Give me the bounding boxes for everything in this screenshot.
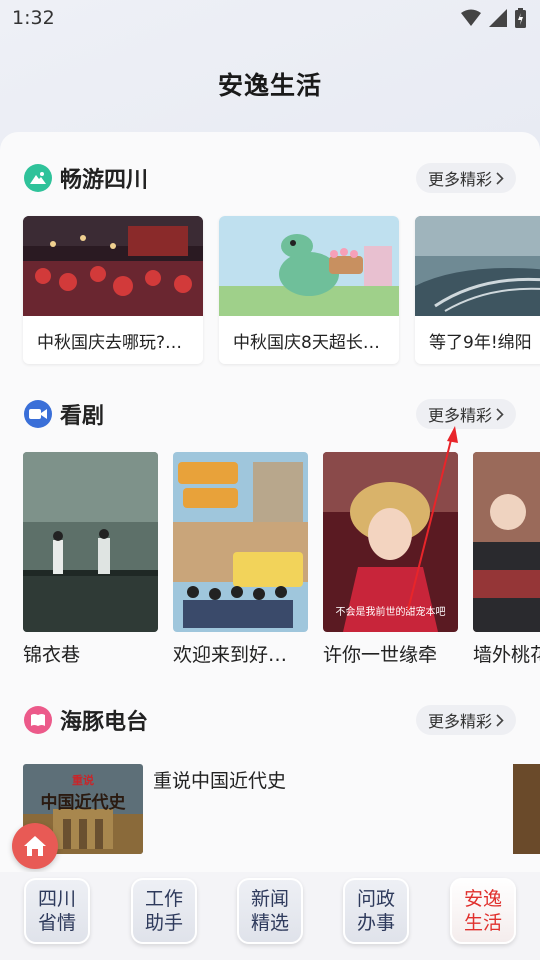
content-card: 畅游四川 更多精彩 中秋国庆去哪玩?… 中秋国庆8天超长… 等了9年!绵阳 看剧… — [0, 132, 540, 872]
chevron-right-icon — [496, 171, 504, 185]
home-button[interactable] — [12, 823, 58, 869]
news-card[interactable]: 中秋国庆8天超长… — [219, 216, 399, 364]
drama-card[interactable]: 不会是我前世的甜宠本吧 许你一世缘牵 — [323, 452, 458, 667]
radio-item-next-cover[interactable] — [513, 764, 540, 854]
news-thumbnail — [219, 216, 399, 316]
tab-label-line1: 安逸 — [463, 888, 502, 910]
section-header-travel: 畅游四川 更多精彩 — [0, 158, 540, 198]
book-icon — [24, 706, 52, 734]
tab-label-line2: 精选 — [250, 912, 289, 934]
travel-news-list: 中秋国庆去哪玩?… 中秋国庆8天超长… 等了9年!绵阳 — [23, 216, 540, 366]
news-title: 等了9年!绵阳 — [429, 333, 532, 353]
drama-list: 锦衣巷 欢迎来到好… 不会是我前世的甜宠本吧 许你一世缘牵 墙外桃 — [23, 452, 540, 672]
drama-card[interactable]: 欢迎来到好… — [173, 452, 308, 667]
drama-card[interactable]: 锦衣巷 — [23, 452, 158, 667]
section-title: 海豚电台 — [60, 710, 149, 735]
tab-sichuan-info[interactable]: 四川 省情 — [24, 878, 90, 944]
drama-title: 锦衣巷 — [23, 644, 81, 666]
status-icons — [461, 8, 526, 28]
drama-title: 墙外桃花 — [473, 644, 540, 666]
news-thumbnail — [23, 216, 203, 316]
news-card[interactable]: 中秋国庆去哪玩?… — [23, 216, 203, 364]
tab-easy-life[interactable]: 安逸 生活 — [450, 878, 516, 944]
drama-poster — [473, 452, 540, 632]
more-button-drama[interactable]: 更多精彩 — [415, 399, 516, 429]
drama-card[interactable]: 墙外桃花 — [473, 452, 540, 667]
chevron-right-icon — [496, 713, 504, 727]
drama-title: 许你一世缘牵 — [323, 644, 438, 666]
news-title: 中秋国庆8天超长… — [233, 333, 380, 353]
drama-poster: 不会是我前世的甜宠本吧 — [323, 452, 458, 632]
more-button-travel[interactable]: 更多精彩 — [415, 163, 516, 193]
news-card[interactable]: 等了9年!绵阳 — [415, 216, 540, 364]
section-title: 看剧 — [60, 404, 105, 429]
home-icon — [24, 836, 46, 856]
tab-government-affairs[interactable]: 问政 办事 — [343, 878, 409, 944]
chevron-right-icon — [496, 407, 504, 421]
battery-icon — [515, 8, 526, 28]
radio-title: 重说中国近代史 — [153, 770, 287, 792]
drama-poster — [173, 452, 308, 632]
more-label: 更多精彩 — [427, 170, 492, 189]
video-camera-icon — [24, 400, 52, 428]
section-title: 畅游四川 — [60, 168, 149, 193]
section-header-radio: 海豚电台 更多精彩 — [0, 700, 540, 740]
radio-cover-text: 中国近代史 — [40, 793, 126, 813]
mountain-icon — [24, 164, 52, 192]
poster-caption: 不会是我前世的甜宠本吧 — [335, 607, 446, 618]
more-button-radio[interactable]: 更多精彩 — [415, 705, 516, 735]
more-label: 更多精彩 — [427, 406, 492, 425]
tab-label-line2: 省情 — [37, 912, 76, 934]
tab-label-line2: 生活 — [463, 912, 502, 934]
radio-cover-badge: 重说 — [72, 774, 94, 787]
bottom-tab-bar: 四川 省情 工作 助手 新闻 精选 问政 办事 安逸 生活 — [0, 872, 540, 960]
page-title: 安逸生活 — [217, 71, 322, 100]
cellular-signal-icon — [489, 9, 507, 27]
more-label: 更多精彩 — [427, 712, 492, 731]
drama-poster — [23, 452, 158, 632]
news-title: 中秋国庆去哪玩?… — [37, 333, 183, 353]
section-header-drama: 看剧 更多精彩 — [0, 394, 540, 434]
tab-label-line1: 工作 — [144, 888, 183, 910]
tab-news-selection[interactable]: 新闻 精选 — [237, 878, 303, 944]
tab-work-assistant[interactable]: 工作 助手 — [131, 878, 197, 944]
news-thumbnail — [415, 216, 540, 316]
status-time: 1:32 — [12, 7, 55, 29]
tab-label-line2: 助手 — [144, 912, 183, 934]
tab-label-line1: 问政 — [356, 888, 395, 910]
tab-label-line2: 办事 — [356, 912, 395, 934]
status-bar: 1:32 — [0, 0, 540, 36]
drama-title: 欢迎来到好… — [173, 644, 288, 666]
tab-label-line1: 四川 — [37, 888, 76, 910]
tab-label-line1: 新闻 — [250, 888, 289, 910]
wifi-icon — [461, 9, 481, 26]
